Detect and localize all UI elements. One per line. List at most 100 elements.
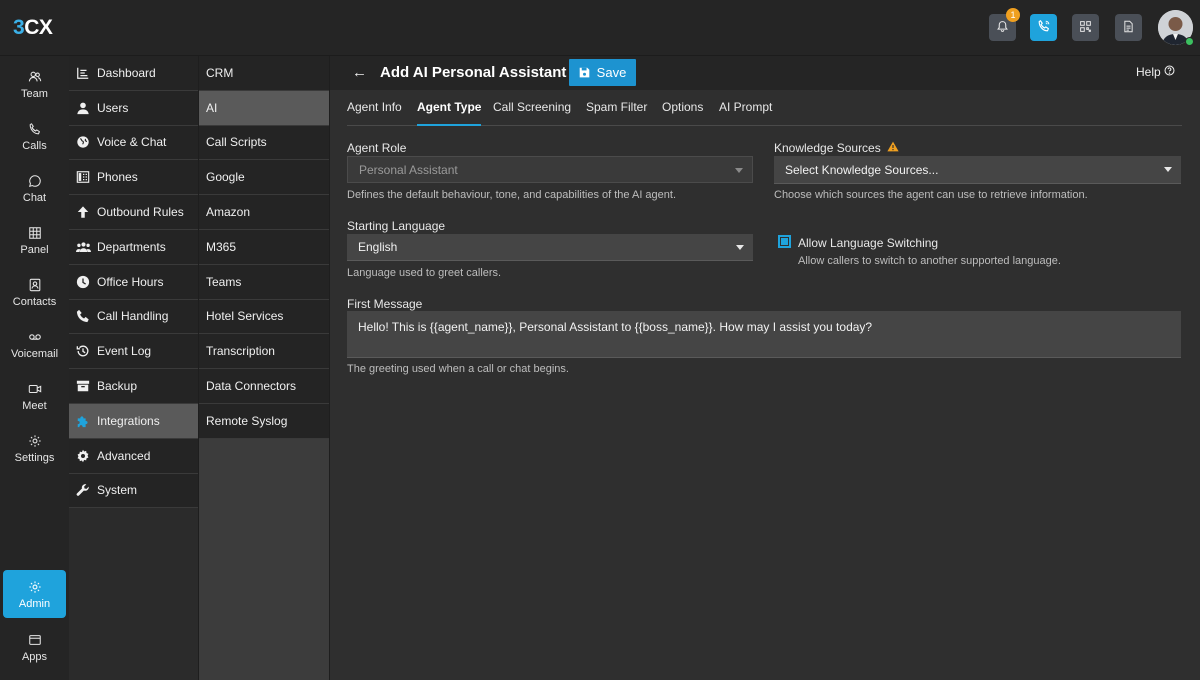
globe-icon	[75, 134, 91, 150]
cog-icon	[75, 448, 91, 464]
admin-menu-item-event-log[interactable]: Event Log	[69, 334, 198, 370]
agent-role-value: Personal Assistant	[359, 162, 458, 177]
rail-item-chat[interactable]: Chat	[3, 164, 66, 212]
first-message-textarea[interactable]: Hello! This is {{agent_name}}, Personal …	[347, 311, 1181, 358]
integrations-menu-item-ai[interactable]: AI	[199, 90, 329, 126]
save-button-label: Save	[596, 65, 627, 80]
integrations-menu-item-google[interactable]: Google	[199, 160, 329, 196]
tab-spam-filter[interactable]: Spam Filter	[586, 100, 647, 126]
agent-role-select: Personal Assistant	[347, 156, 753, 183]
rail-item-apps[interactable]: Apps	[3, 623, 66, 671]
admin-menu-item-backup[interactable]: Backup	[69, 369, 198, 404]
admin-menu-item-office-hours[interactable]: Office Hours	[69, 264, 198, 300]
page-title: Add AI Personal Assistant	[380, 64, 567, 81]
integrations-menu-item-remote-syslog[interactable]: Remote Syslog	[199, 403, 329, 439]
allow-language-switching-checkbox[interactable]	[778, 235, 791, 248]
rail-item-voicemail[interactable]: Voicemail	[3, 320, 66, 368]
rail-item-label: Calls	[22, 140, 47, 152]
save-button[interactable]: Save	[569, 59, 636, 86]
starting-language-select[interactable]: English	[347, 234, 753, 261]
integrations-menu-item-crm[interactable]: CRM	[199, 56, 329, 91]
notification-badge: 1	[1006, 8, 1020, 22]
integrations-menu: CRM AI Call Scripts Google Amazon M365 T…	[199, 56, 330, 680]
integrations-menu-item-amazon[interactable]: Amazon	[199, 195, 329, 230]
app-logo[interactable]: 3CX	[13, 16, 53, 40]
knowledge-sources-select[interactable]: Select Knowledge Sources...	[774, 156, 1181, 184]
integrations-menu-item-m365[interactable]: M365	[199, 229, 329, 265]
document-icon	[1122, 20, 1135, 36]
group-icon	[75, 239, 91, 255]
presence-status-indicator	[1185, 37, 1194, 46]
tab-options[interactable]: Options	[662, 100, 703, 126]
first-message-label: First Message	[347, 297, 423, 311]
bell-icon	[996, 20, 1009, 36]
rail-item-calls[interactable]: Calls	[3, 112, 66, 160]
tab-agent-type[interactable]: Agent Type	[417, 100, 482, 126]
admin-menu-item-system[interactable]: System	[69, 473, 198, 509]
rail-item-settings[interactable]: Settings	[3, 424, 66, 472]
admin-menu-item-advanced[interactable]: Advanced	[69, 438, 198, 474]
phone-button[interactable]	[1030, 14, 1057, 41]
admin-menu-item-departments[interactable]: Departments	[69, 229, 198, 265]
integrations-menu-item-hotel-services[interactable]: Hotel Services	[199, 299, 329, 335]
knowledge-sources-value: Select Knowledge Sources...	[785, 162, 939, 177]
tab-ai-prompt[interactable]: AI Prompt	[719, 100, 772, 126]
admin-menu-label: Departments	[97, 239, 166, 254]
allow-language-switching-label[interactable]: Allow Language Switching	[798, 236, 938, 250]
archive-icon	[75, 378, 91, 394]
back-arrow-icon[interactable]: ←	[352, 64, 367, 81]
integrations-menu-item-call-scripts[interactable]: Call Scripts	[199, 125, 329, 161]
help-link[interactable]: Help	[1136, 65, 1175, 79]
admin-menu-item-users[interactable]: Users	[69, 90, 198, 126]
starting-language-help: Language used to greet callers.	[347, 267, 502, 279]
document-button[interactable]	[1115, 14, 1142, 41]
admin-menu-item-phones[interactable]: Phones	[69, 160, 198, 196]
admin-menu-label: Users	[97, 100, 129, 115]
save-icon	[579, 67, 590, 78]
logo-part-1: 3	[13, 16, 25, 39]
admin-menu-label: Event Log	[97, 344, 152, 359]
admin-menu-item-voice-chat[interactable]: Voice & Chat	[69, 125, 198, 161]
chevron-down-icon	[1164, 167, 1172, 172]
first-message-help: The greeting used when a call or chat be…	[347, 363, 569, 375]
starting-language-label: Starting Language	[347, 219, 446, 233]
history-icon	[75, 343, 91, 359]
admin-menu-item-integrations[interactable]: Integrations	[69, 403, 198, 439]
rail-item-team[interactable]: Team	[3, 60, 66, 108]
rail-item-label: Apps	[21, 651, 48, 663]
admin-menu-label: Integrations	[97, 413, 160, 428]
rail-item-meet[interactable]: Meet	[3, 372, 66, 420]
team-icon	[28, 68, 42, 85]
tab-bar: Agent Info Agent Type Call Screening Spa…	[347, 92, 1182, 126]
integrations-menu-item-teams[interactable]: Teams	[199, 264, 329, 300]
admin-menu: Dashboard Users Voice & Chat Phones Outb…	[69, 56, 199, 680]
logo-part-2: CX	[24, 16, 53, 39]
rail-item-admin[interactable]: Admin	[3, 570, 66, 618]
rail-item-label: Voicemail	[10, 348, 59, 360]
help-label: Help	[1136, 65, 1161, 79]
contacts-icon	[28, 276, 42, 293]
qr-code-button[interactable]	[1072, 14, 1099, 41]
gear-icon	[28, 432, 42, 449]
chat-icon	[28, 172, 42, 189]
integrations-menu-item-data-connectors[interactable]: Data Connectors	[199, 369, 329, 404]
admin-menu-item-outbound-rules[interactable]: Outbound Rules	[69, 195, 198, 230]
admin-menu-item-dashboard[interactable]: Dashboard	[69, 56, 198, 91]
notifications-button[interactable]: 1	[989, 8, 1020, 41]
rail-item-label: Team	[21, 88, 48, 100]
admin-menu-label: Advanced	[97, 448, 151, 463]
puzzle-icon	[75, 413, 91, 429]
dashboard-icon	[75, 65, 91, 81]
qr-code-icon	[1079, 20, 1092, 36]
rail-item-label: Panel	[20, 244, 49, 256]
user-icon	[75, 100, 91, 116]
tab-call-screening[interactable]: Call Screening	[493, 100, 571, 126]
rail-item-contacts[interactable]: Contacts	[3, 268, 66, 316]
integrations-menu-item-transcription[interactable]: Transcription	[199, 334, 329, 370]
admin-menu-item-call-handling[interactable]: Call Handling	[69, 299, 198, 335]
tab-agent-info[interactable]: Agent Info	[347, 100, 402, 126]
agent-role-label: Agent Role	[347, 141, 407, 155]
allow-language-switching-help: Allow callers to switch to another suppo…	[798, 255, 1061, 267]
phone-icon	[1037, 19, 1051, 36]
rail-item-panel[interactable]: Panel	[3, 216, 66, 264]
